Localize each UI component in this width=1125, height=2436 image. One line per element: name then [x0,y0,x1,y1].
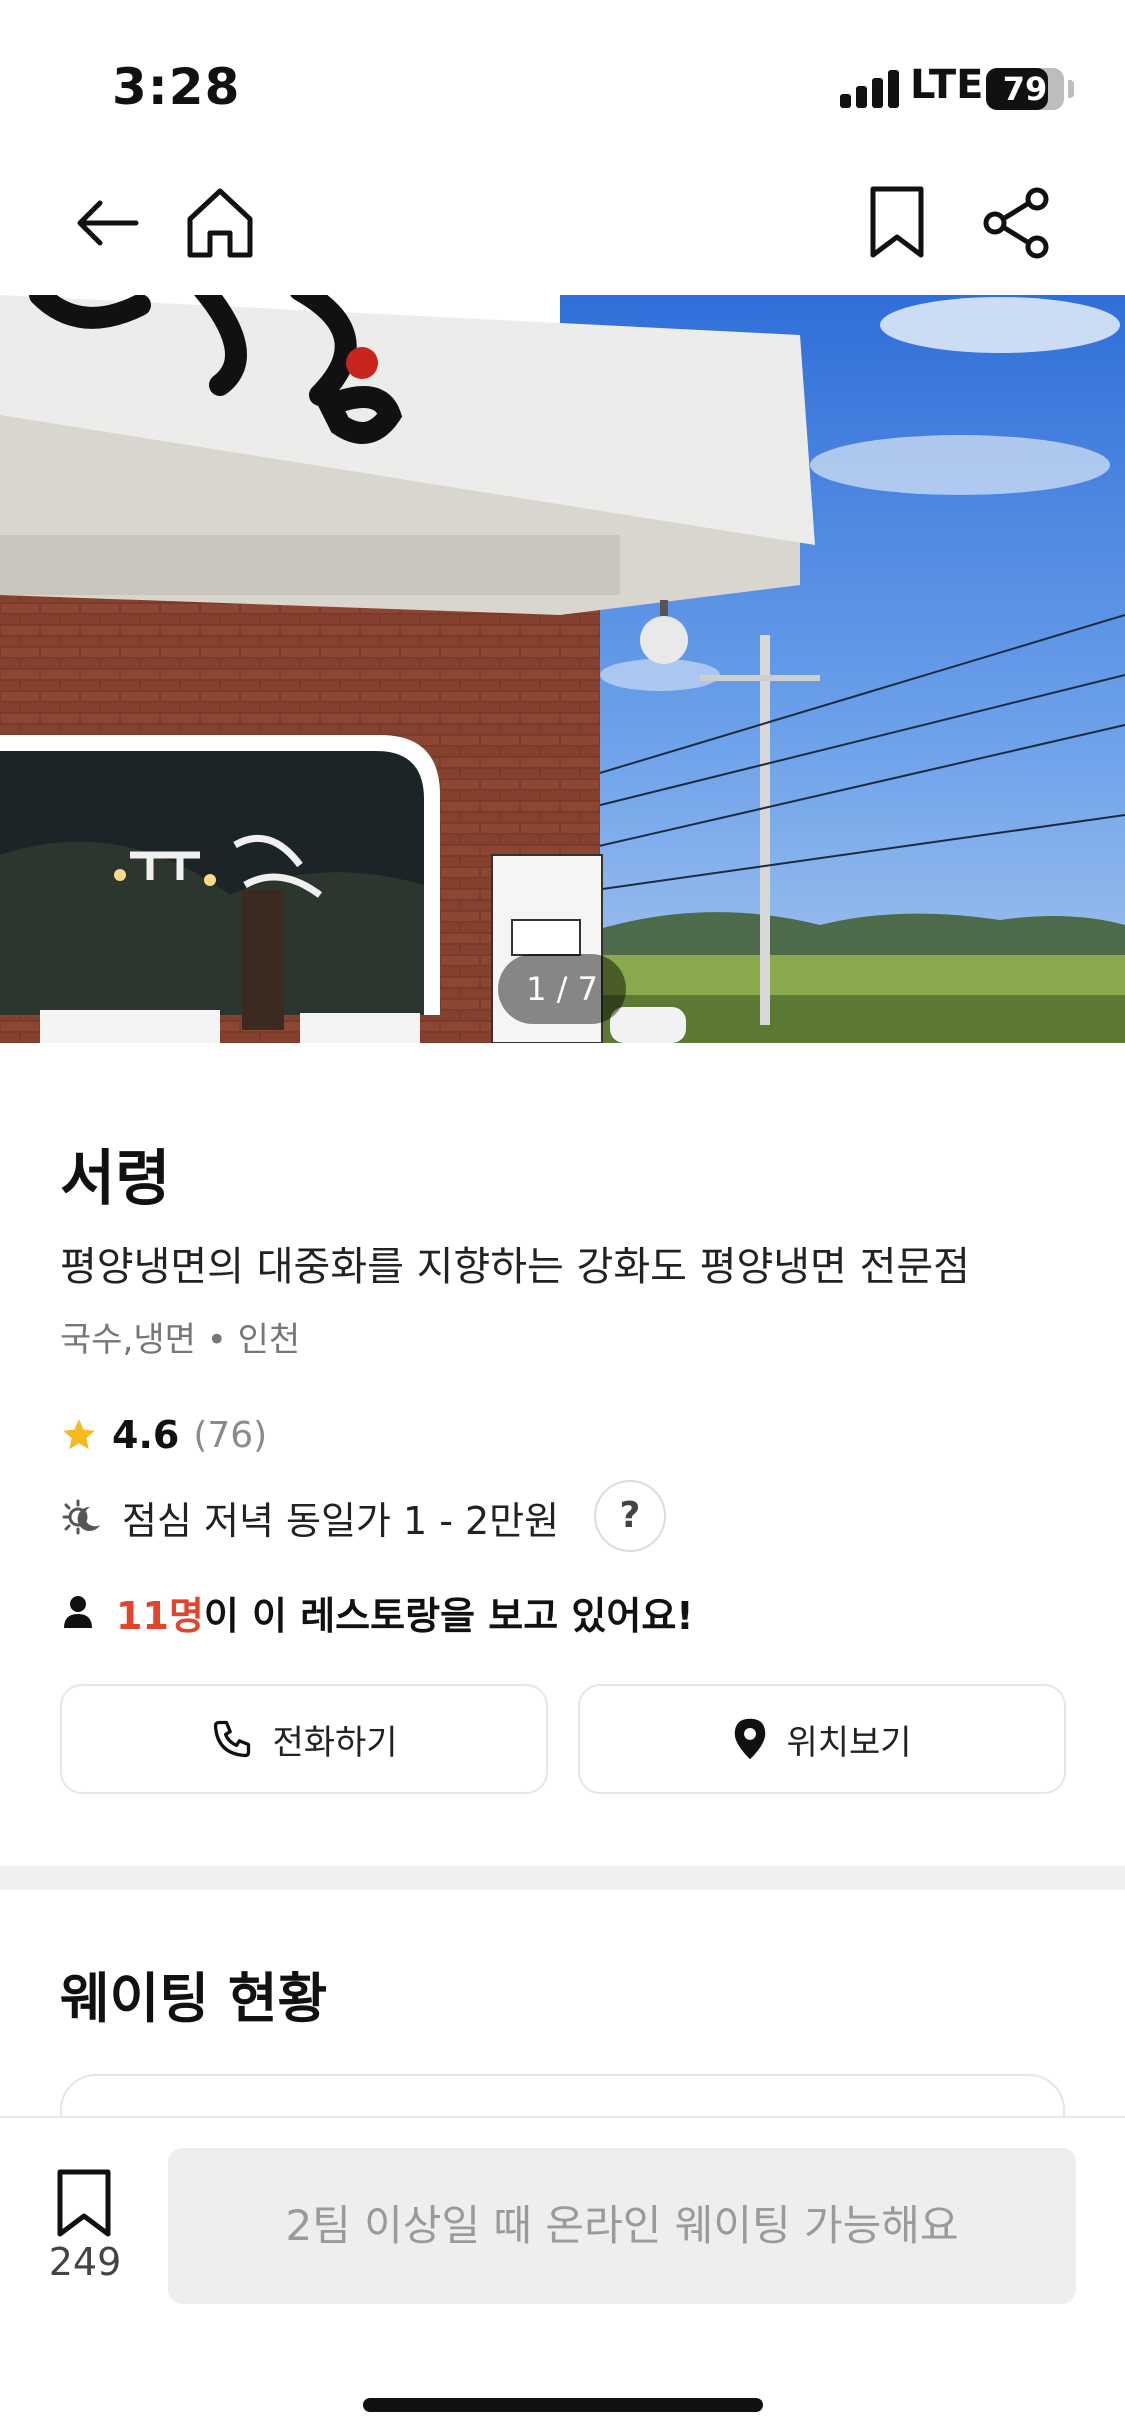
person-icon [64,1596,92,1628]
bookmark-button[interactable] [852,178,942,268]
bottom-bookmark-button[interactable] [52,2168,116,2238]
share-button[interactable] [972,178,1062,268]
bookmark-icon [870,186,924,258]
arrow-left-icon [77,200,139,246]
rating-row[interactable]: 4.6 (76) [60,1410,267,1460]
viewers-count: 11명 [116,1593,204,1638]
back-button[interactable] [62,178,152,268]
status-time: 3:28 [112,58,241,116]
battery-level: 79 [1002,70,1048,108]
call-label: 전화하기 [272,1722,398,1763]
waiting-section-title: 웨이팅 현황 [60,1967,328,2030]
day-night-icon [62,1499,100,1535]
status-bar: 3:28 LTE 79 [0,0,1125,160]
call-button[interactable]: 전화하기 [60,1684,548,1794]
bookmark-icon [57,2169,111,2237]
phone-icon [214,1720,251,1758]
section-divider [0,1866,1125,1890]
viewers-text: 이 이 레스토랑을 보고 있어요! [203,1593,694,1638]
home-button[interactable] [175,178,265,268]
restaurant-photo[interactable] [0,295,1125,1043]
restaurant-description: 평양냉면의 대중화를 지향하는 강화도 평양냉면 전문점 [60,1244,970,1290]
network-label: LTE [910,62,984,108]
location-button[interactable]: 위치보기 [578,1684,1066,1794]
photo-counter: 1 / 7 [498,954,626,1024]
review-count: (76) [193,1414,268,1456]
home-indicator [363,2398,763,2412]
online-waiting-button[interactable]: 2팀 이상일 때 온라인 웨이팅 가능해요 [168,2148,1076,2304]
home-icon [187,188,253,258]
signal-icon [840,68,900,108]
rating-value: 4.6 [112,1413,180,1457]
bookmark-count: 249 [48,2240,122,2284]
share-icon [983,187,1049,259]
location-label: 위치보기 [786,1722,912,1763]
battery-icon: 79 [986,68,1064,110]
viewers-row: 11명 이 이 레스토랑을 보고 있어요! [62,1584,694,1640]
restaurant-name: 서령 [60,1144,171,1214]
price-help-button[interactable]: ? [594,1480,666,1552]
star-icon [63,1419,95,1450]
restaurant-category: 국수,냉면 • 인천 [60,1320,301,1360]
battery-cap [1068,80,1074,98]
price-range: 점심 저녁 동일가 1 - 2만원 [122,1498,560,1543]
map-pin-icon [735,1718,766,1760]
price-row: 점심 저녁 동일가 1 - 2만원 [60,1482,559,1552]
